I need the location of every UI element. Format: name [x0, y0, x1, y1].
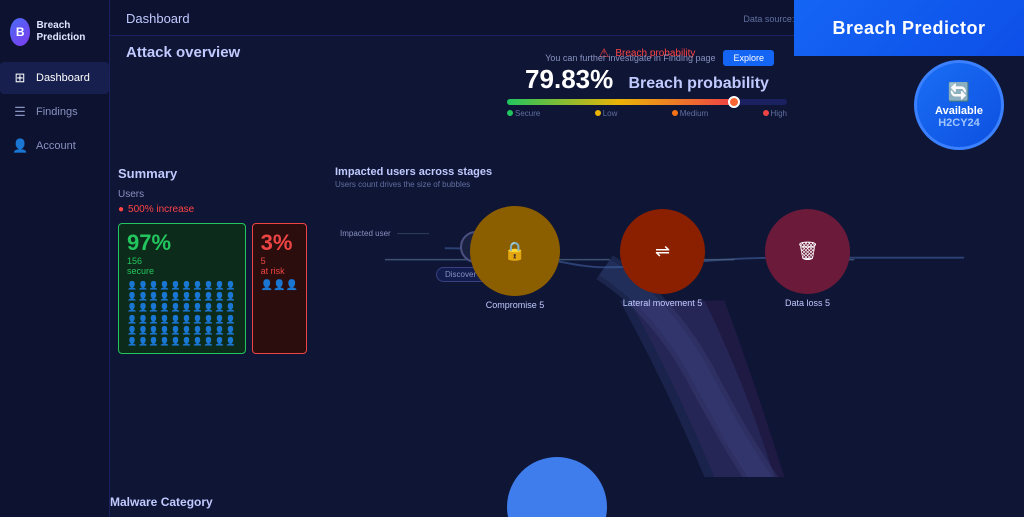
breach-predictor-banner: Breach Predictor — [794, 0, 1024, 56]
summary-title: Summary — [118, 166, 322, 181]
attack-stages-header: Impacted users across stages Users count… — [335, 166, 492, 209]
account-icon: 👤 — [12, 138, 28, 154]
badge-icon: 🔄 — [948, 82, 970, 103]
explore-button[interactable]: Explore — [723, 50, 774, 66]
summary-users-label: Users — [118, 189, 322, 200]
breach-prob-bar — [507, 99, 787, 105]
label-low: Low — [595, 109, 618, 118]
dataloss-circle: 🗑 — [765, 209, 850, 294]
stage-data-loss: 🗑 Data loss 5 — [765, 209, 850, 308]
sidebar-item-label: Findings — [36, 106, 78, 118]
main-content: Dashboard Data source: ZIA Web logs, San… — [110, 0, 1024, 517]
stage-circles: 🔒 Compromise 5 ⇌ Lateral movement 5 🗑 — [470, 206, 850, 310]
compromise-label: Compromise 5 — [486, 300, 545, 310]
user-icons-green: 👤👤👤👤👤👤👤👤👤👤 👤👤👤👤👤👤👤👤👤👤 👤👤👤👤👤👤👤👤👤👤 👤👤👤👤👤👤👤… — [127, 280, 237, 347]
summary-section: Summary Users ● 500% increase 97% 156 se… — [110, 166, 330, 354]
impacted-user-label: Impacted user — [340, 229, 391, 238]
breach-prob-bar-labels: Secure Low Medium High — [507, 109, 787, 118]
malware-category-label: Malware Category — [110, 495, 213, 509]
lateral-circle: ⇌ — [620, 209, 705, 294]
count-risk: 5 at risk — [261, 256, 298, 276]
user-block-secure: 97% 156 secure 👤👤👤👤👤👤👤👤👤👤 👤👤👤👤👤👤👤👤👤👤 👤👤👤… — [118, 223, 246, 354]
label-secure: Secure — [507, 109, 540, 118]
badge-line2: H2CY24 — [938, 117, 980, 129]
logo-text: Breach Prediction — [36, 20, 99, 44]
breach-banner-title: Breach Predictor — [832, 18, 985, 39]
badge-line1: Available — [935, 105, 983, 117]
sidebar-nav: ⊞ Dashboard ☰ Findings 👤 Account — [0, 62, 109, 162]
sidebar-logo: B Breach Prediction — [0, 10, 109, 62]
user-blocks: 97% 156 secure 👤👤👤👤👤👤👤👤👤👤 👤👤👤👤👤👤👤👤👤👤 👤👤👤… — [118, 223, 322, 354]
pct-secure: 97% — [127, 230, 237, 256]
summary-increase: ● 500% increase — [118, 204, 322, 215]
stages-subtitle: Users count drives the size of bubbles — [335, 180, 492, 189]
breach-prob-indicator — [728, 96, 740, 108]
available-badge: 🔄 Available H2CY24 — [914, 60, 1004, 150]
header-title: Dashboard — [126, 11, 190, 26]
stages-title: Impacted users across stages — [335, 166, 492, 178]
sidebar-item-label: Dashboard — [36, 72, 90, 84]
breach-prob-subtitle: Breach probability — [628, 75, 768, 92]
breach-prob-value: 79.83% Breach probability — [507, 64, 787, 95]
sidebar: B Breach Prediction ⊞ Dashboard ☰ Findin… — [0, 0, 110, 517]
logo-icon: B — [10, 18, 30, 46]
stage-compromise: 🔒 Compromise 5 — [470, 206, 560, 310]
sidebar-item-findings[interactable]: ☰ Findings — [0, 96, 109, 128]
sidebar-item-dashboard[interactable]: ⊞ Dashboard — [0, 62, 109, 94]
explore-hint-text: You can further investigate in Finding p… — [545, 53, 715, 63]
increase-dot-icon: ● — [118, 204, 124, 215]
label-medium: Medium — [672, 109, 708, 118]
sidebar-item-label: Account — [36, 140, 76, 152]
findings-icon: ☰ — [12, 104, 28, 120]
pct-risk: 3% — [261, 230, 298, 256]
user-icons-red: 👤👤👤 — [261, 280, 298, 291]
user-block-risk: 3% 5 at risk 👤👤👤 — [252, 223, 307, 354]
stage-lateral-movement: ⇌ Lateral movement 5 — [620, 209, 705, 308]
increase-text: 500% increase — [128, 204, 194, 215]
content-area: Attack overview ⚠ Breach probability 79.… — [110, 36, 1024, 517]
dataloss-label: Data loss 5 — [785, 298, 830, 308]
dashboard-icon: ⊞ — [12, 70, 28, 86]
bottom-circle — [507, 457, 607, 517]
breach-prob-fill — [507, 99, 731, 105]
explore-hint: You can further investigate in Finding p… — [545, 50, 774, 66]
lateral-label: Lateral movement 5 — [623, 298, 703, 308]
label-high: High — [763, 109, 787, 118]
compromise-circle: 🔒 — [470, 206, 560, 296]
sidebar-item-account[interactable]: 👤 Account — [0, 130, 109, 162]
impacted-user-node: Impacted user ———— — [340, 229, 433, 238]
count-secure: 156 secure — [127, 256, 237, 276]
